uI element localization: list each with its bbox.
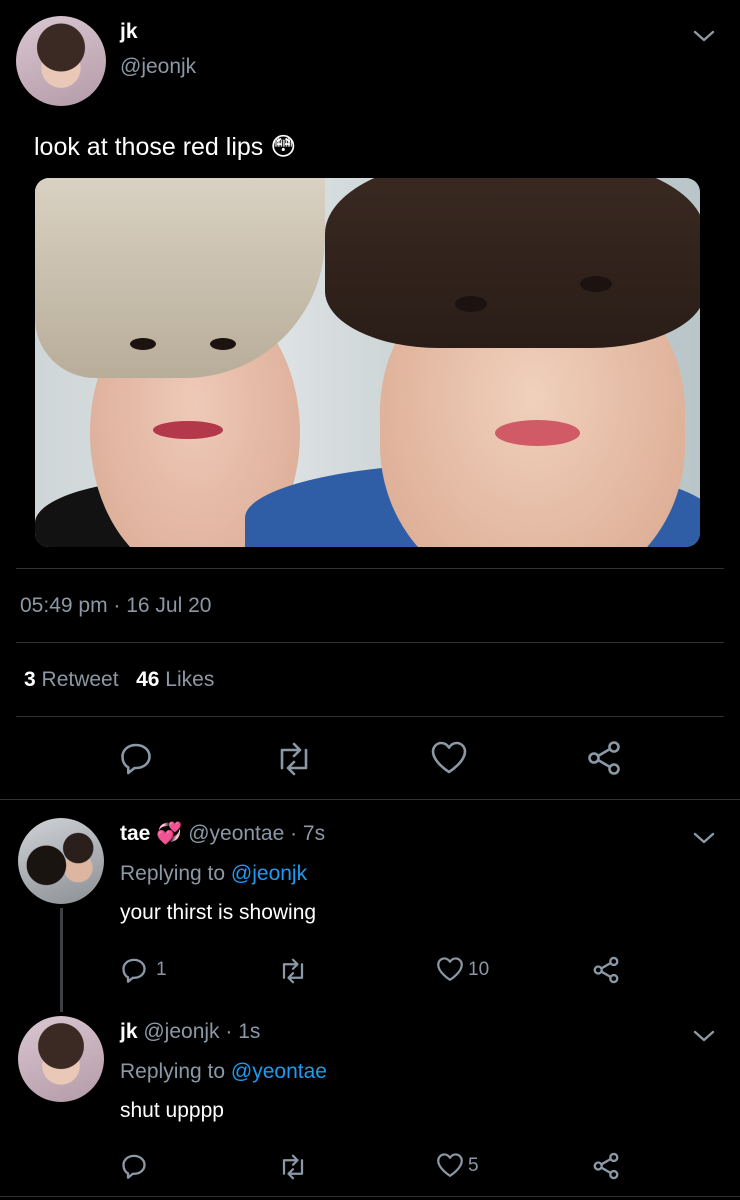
reply-avatar[interactable] bbox=[18, 818, 104, 904]
tweet-text: look at those red lips 😳 bbox=[34, 132, 296, 162]
replying-to-handle[interactable]: @yeontae bbox=[231, 1060, 327, 1083]
flushed-emoji: 😳 bbox=[270, 133, 297, 161]
photo-region bbox=[580, 276, 612, 292]
author-handle[interactable]: @jeonjk bbox=[120, 55, 196, 79]
reply-icon[interactable] bbox=[120, 956, 148, 984]
replying-to-handle[interactable]: @jeonjk bbox=[231, 862, 307, 885]
divider bbox=[16, 568, 724, 569]
photo-region bbox=[495, 420, 580, 446]
reply-header: tae 💞 @yeontae · 7s bbox=[120, 822, 325, 846]
like-label[interactable]: Likes bbox=[165, 668, 214, 691]
divider bbox=[0, 1196, 740, 1197]
like-count: 10 bbox=[468, 959, 490, 980]
tweet-stats: 3 Retweet 46 Likes bbox=[24, 668, 214, 692]
retweet-count[interactable]: 3 bbox=[24, 668, 36, 691]
chevron-down-icon[interactable] bbox=[692, 1028, 716, 1044]
photo-region bbox=[35, 178, 325, 378]
author-avatar[interactable] bbox=[16, 16, 106, 106]
reply-avatar[interactable] bbox=[18, 1016, 104, 1102]
reply-time[interactable]: · 7s bbox=[290, 822, 325, 845]
reply-author-name[interactable]: tae bbox=[120, 822, 150, 845]
like-count: 5 bbox=[468, 1155, 479, 1176]
replying-to-prefix: Replying to bbox=[120, 862, 226, 885]
reply-author-name[interactable]: jk bbox=[120, 1020, 138, 1043]
photo-region bbox=[210, 338, 236, 350]
replying-to: Replying to @yeontae bbox=[120, 1060, 327, 1084]
reply-header: jk @jeonjk · 1s bbox=[120, 1020, 260, 1044]
divider bbox=[0, 799, 740, 800]
reply-icon[interactable] bbox=[118, 740, 154, 776]
chevron-down-icon[interactable] bbox=[692, 28, 716, 44]
photo-region bbox=[130, 338, 156, 350]
author-name[interactable]: jk bbox=[120, 20, 138, 44]
divider bbox=[16, 642, 724, 643]
heart-badge-icon: 💞 bbox=[156, 822, 183, 845]
tweet-text-body: look at those red lips bbox=[34, 133, 264, 161]
tweet-timestamp[interactable]: 05:49 pm · 16 Jul 20 bbox=[20, 594, 211, 618]
photo-region bbox=[455, 296, 487, 312]
like-icon[interactable] bbox=[430, 740, 468, 776]
like-icon[interactable] bbox=[436, 956, 464, 983]
like-count[interactable]: 46 bbox=[136, 668, 159, 691]
share-icon[interactable] bbox=[592, 1152, 620, 1180]
share-icon[interactable] bbox=[586, 740, 622, 776]
photo-region bbox=[325, 178, 700, 348]
reply-text: your thirst is showing bbox=[120, 901, 317, 924]
retweet-label[interactable]: Retweet bbox=[42, 668, 119, 691]
photo-region bbox=[153, 421, 223, 439]
chevron-down-icon[interactable] bbox=[692, 830, 716, 846]
thread-line bbox=[60, 908, 63, 1012]
retweet-icon[interactable] bbox=[274, 742, 314, 776]
share-icon[interactable] bbox=[592, 956, 620, 984]
reply-author-handle[interactable]: @yeontae bbox=[188, 822, 284, 845]
reply-time[interactable]: · 1s bbox=[225, 1020, 260, 1043]
reply-icon[interactable] bbox=[120, 1152, 148, 1180]
retweet-icon[interactable] bbox=[278, 958, 308, 984]
like-icon[interactable] bbox=[436, 1152, 464, 1179]
tweet-photo[interactable] bbox=[35, 178, 700, 547]
replying-to: Replying to @jeonjk bbox=[120, 862, 307, 886]
divider bbox=[16, 716, 724, 717]
reply-author-handle[interactable]: @jeonjk bbox=[143, 1020, 219, 1043]
reply-text: shut upppp bbox=[120, 1099, 224, 1122]
reply-count: 1 bbox=[156, 959, 167, 980]
replying-to-prefix: Replying to bbox=[120, 1060, 226, 1083]
retweet-icon[interactable] bbox=[278, 1154, 308, 1180]
